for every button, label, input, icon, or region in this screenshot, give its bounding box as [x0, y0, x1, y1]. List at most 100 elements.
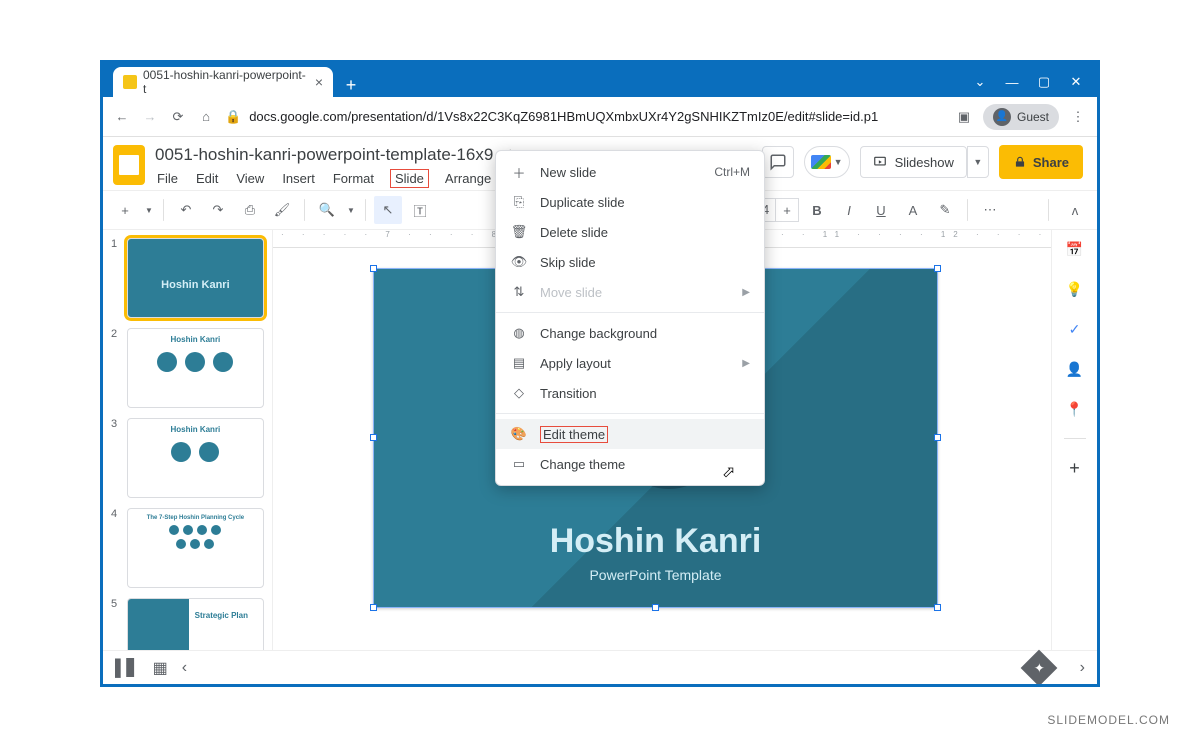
explore-button[interactable]: ✦: [1020, 649, 1057, 686]
lock-icon: [1013, 155, 1027, 169]
selection-handle[interactable]: [934, 604, 941, 611]
comment-icon: [769, 153, 787, 171]
slide-thumbnail-5[interactable]: Strategic Plan: [127, 598, 264, 650]
select-tool[interactable]: ↖: [374, 196, 402, 224]
meet-button[interactable]: ▼: [804, 146, 850, 178]
thumbnail-number: 4: [111, 508, 121, 588]
filmstrip-view-icon[interactable]: ▌▋: [115, 658, 139, 678]
kebab-menu-icon[interactable]: ⋮: [1069, 109, 1087, 125]
textbox-tool[interactable]: 🅃: [406, 196, 434, 224]
window-dropdown-icon[interactable]: ⌄: [973, 75, 987, 89]
plus-icon: ＋: [510, 163, 528, 182]
menu-view[interactable]: View: [234, 169, 266, 188]
slides-logo[interactable]: [113, 145, 145, 185]
underline-button[interactable]: U: [867, 196, 895, 224]
nav-back-icon[interactable]: ←: [113, 109, 131, 124]
menu-change-background[interactable]: ◍ Change background: [496, 318, 764, 348]
move-icon: ⇅: [510, 284, 528, 300]
menu-edit[interactable]: Edit: [194, 169, 220, 188]
slide-thumbnail-4[interactable]: The 7-Step Hoshin Planning Cycle: [127, 508, 264, 588]
close-window-icon[interactable]: ✕: [1069, 75, 1083, 89]
new-tab-button[interactable]: +: [339, 73, 363, 97]
menu-insert[interactable]: Insert: [280, 169, 317, 188]
profile-label: Guest: [1017, 110, 1049, 124]
menu-apply-layout[interactable]: ▤ Apply layout ▶: [496, 348, 764, 378]
comments-button[interactable]: [762, 146, 794, 178]
menu-arrange[interactable]: Arrange: [443, 169, 493, 188]
mouse-cursor: ⬀: [722, 462, 735, 482]
selection-handle[interactable]: [934, 265, 941, 272]
profile-button[interactable]: 👤 Guest: [983, 104, 1059, 130]
selection-handle[interactable]: [652, 604, 659, 611]
text-color-button[interactable]: A: [899, 196, 927, 224]
new-slide-toolbar-button[interactable]: +: [111, 196, 139, 224]
selection-handle[interactable]: [934, 434, 941, 441]
url-text: docs.google.com/presentation/d/1Vs8x22C3…: [249, 109, 878, 124]
menu-transition[interactable]: ◇ Transition: [496, 378, 764, 408]
maximize-icon[interactable]: ▢: [1037, 75, 1051, 89]
menu-format[interactable]: Format: [331, 169, 376, 188]
hide-menus-button[interactable]: ʌ: [1061, 196, 1089, 224]
extensions-icon[interactable]: ▣: [955, 109, 973, 125]
slide-thumbnail-3[interactable]: Hoshin Kanri: [127, 418, 264, 498]
menu-delete-slide[interactable]: 🗑 Delete slide: [496, 217, 764, 247]
slideshow-button[interactable]: Slideshow: [860, 146, 967, 178]
calendar-icon[interactable]: 📅: [1064, 238, 1086, 260]
thumbnail-number: 2: [111, 328, 121, 408]
droplet-icon: ◍: [510, 325, 528, 341]
side-panel-toggle-icon[interactable]: ›: [1080, 659, 1085, 677]
selection-handle[interactable]: [370, 434, 377, 441]
shortcut-label: Ctrl+M: [714, 165, 750, 179]
keep-icon[interactable]: 💡: [1064, 278, 1086, 300]
redo-button[interactable]: ↷: [204, 196, 232, 224]
thumbnail-title: Strategic Plan: [195, 605, 257, 620]
reload-icon[interactable]: ⟳: [169, 109, 187, 125]
tasks-icon[interactable]: ✓: [1064, 318, 1086, 340]
transition-icon: ◇: [510, 385, 528, 401]
bold-button[interactable]: B: [803, 196, 831, 224]
selection-handle[interactable]: [370, 265, 377, 272]
selection-handle[interactable]: [370, 604, 377, 611]
slide-subtitle: PowerPoint Template: [374, 567, 937, 583]
slide-thumbnail-2[interactable]: Hoshin Kanri: [127, 328, 264, 408]
paint-format-button[interactable]: 🖌: [268, 196, 296, 224]
more-toolbar-button[interactable]: ⋯: [976, 196, 1004, 224]
undo-button[interactable]: ↶: [172, 196, 200, 224]
print-button[interactable]: ⎙: [236, 196, 264, 224]
menu-slide[interactable]: Slide: [390, 169, 429, 188]
minimize-icon[interactable]: —: [1005, 75, 1019, 89]
menu-new-slide[interactable]: ＋ New slide Ctrl+M: [496, 157, 764, 187]
browser-tab[interactable]: 0051-hoshin-kanri-powerpoint-t ×: [113, 67, 333, 97]
zoom-dropdown[interactable]: ▼: [345, 196, 357, 224]
url-field[interactable]: 🔒 docs.google.com/presentation/d/1Vs8x22…: [225, 103, 945, 131]
nav-forward-icon[interactable]: →: [141, 109, 159, 124]
share-button[interactable]: Share: [999, 145, 1083, 179]
play-icon: [873, 155, 887, 169]
menu-edit-theme[interactable]: 🎨 Edit theme: [496, 419, 764, 449]
grid-view-icon[interactable]: ▦: [153, 658, 168, 678]
menu-file[interactable]: File: [155, 169, 180, 188]
slide-title: Hoshin Kanri: [374, 522, 937, 561]
menu-skip-slide[interactable]: 👁 Skip slide: [496, 247, 764, 277]
italic-button[interactable]: I: [835, 196, 863, 224]
slideshow-options-button[interactable]: ▼: [967, 146, 989, 178]
highlight-button[interactable]: ✎: [931, 196, 959, 224]
watermark: SLIDEMODEL.COM: [1047, 713, 1170, 727]
font-size-increase[interactable]: +: [776, 203, 798, 218]
new-slide-dropdown[interactable]: ▼: [143, 196, 155, 224]
home-icon[interactable]: ⌂: [197, 109, 215, 124]
collapse-panel-icon[interactable]: ‹: [182, 659, 187, 677]
contacts-icon[interactable]: 👤: [1064, 358, 1086, 380]
tab-title: 0051-hoshin-kanri-powerpoint-t: [143, 68, 309, 96]
duplicate-icon: ⎘: [510, 194, 528, 210]
slide-thumbnail-1[interactable]: Hoshin Kanri: [127, 238, 264, 318]
address-bar: ← → ⟳ ⌂ 🔒 docs.google.com/presentation/d…: [103, 97, 1097, 137]
layout-icon: ▤: [510, 355, 528, 371]
maps-icon[interactable]: 📍: [1064, 398, 1086, 420]
chevron-down-icon: ▼: [834, 157, 843, 167]
zoom-button[interactable]: 🔍: [313, 196, 341, 224]
doc-title[interactable]: 0051-hoshin-kanri-powerpoint-template-16…: [155, 145, 493, 165]
menu-duplicate-slide[interactable]: ⎘ Duplicate slide: [496, 187, 764, 217]
tab-close-icon[interactable]: ×: [315, 74, 323, 90]
add-on-button[interactable]: +: [1064, 457, 1086, 479]
